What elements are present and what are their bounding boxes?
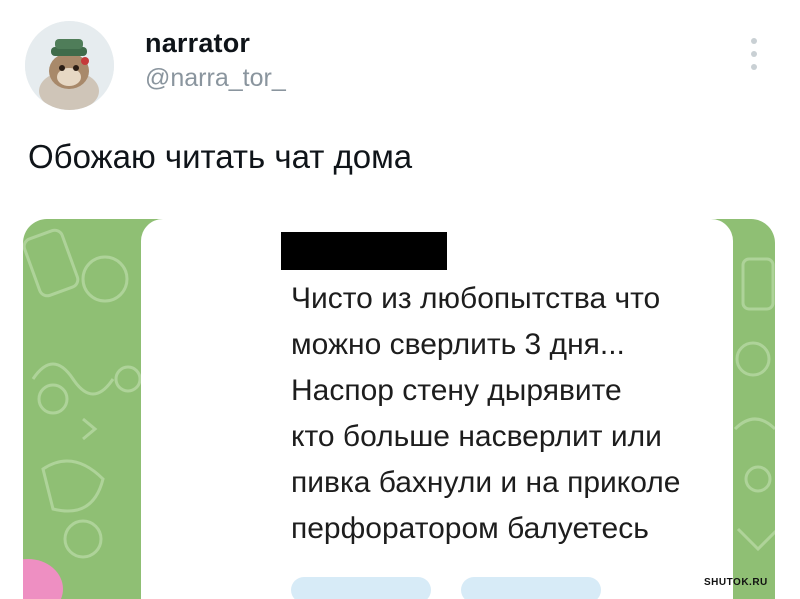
cat-avatar-image bbox=[25, 21, 114, 110]
message-line: Чисто из любопытства что bbox=[291, 282, 661, 315]
reaction-chip[interactable] bbox=[291, 577, 431, 599]
message-text: Чисто из любопытства что можно сверлить … bbox=[291, 276, 775, 552]
tweet-text: Обожаю читать чат дома bbox=[28, 138, 413, 175]
display-name[interactable]: narrator bbox=[145, 28, 250, 59]
message-line: Наспор стену дырявите bbox=[291, 374, 622, 407]
more-vertical-icon[interactable] bbox=[744, 38, 764, 78]
reaction-chip[interactable] bbox=[461, 577, 601, 599]
tweet-media-image[interactable]: Чисто из любопытства что можно сверлить … bbox=[23, 219, 775, 599]
message-reactions[interactable] bbox=[291, 577, 601, 599]
user-handle[interactable]: @narra_tor_ bbox=[145, 64, 286, 93]
message-line: перфоратором балуетесь bbox=[291, 512, 649, 545]
watermark: SHUTOK.RU bbox=[704, 577, 768, 588]
message-line: можно сверлить 3 дня... bbox=[291, 328, 625, 361]
redacted-sender-name bbox=[281, 232, 447, 270]
message-line: пивка бахнули и на приколе bbox=[291, 466, 681, 499]
message-bubble[interactable]: Чисто из любопытства что можно сверлить … bbox=[141, 219, 733, 599]
avatar[interactable] bbox=[25, 21, 114, 110]
message-line: кто больше насверлит или bbox=[291, 420, 662, 453]
